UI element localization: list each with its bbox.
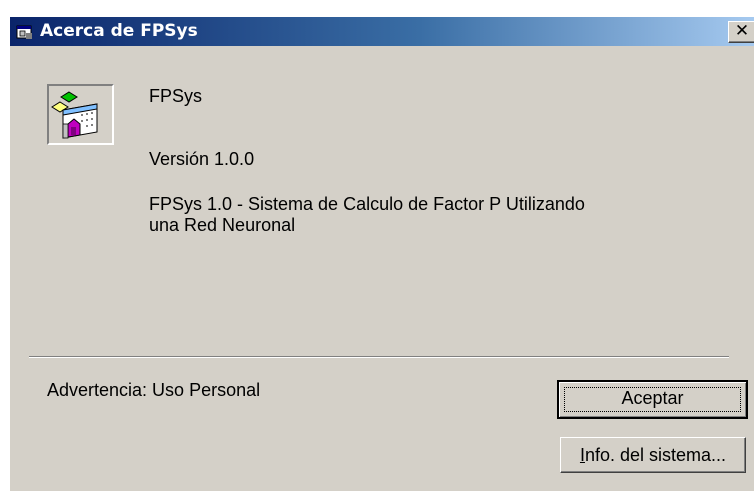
system-info-button[interactable]: Info. del sistema... (560, 437, 746, 473)
about-dialog: Acerca de FPSys ✕ FPSys Versión 1.0.0 FP… (9, 16, 754, 491)
accept-button-label: Aceptar (621, 388, 684, 408)
warning-label: Advertencia: Uso Personal (47, 380, 261, 400)
fpsys-app-icon (47, 84, 114, 145)
app-small-icon[interactable] (16, 24, 34, 40)
close-button[interactable]: ✕ (728, 21, 754, 43)
window-title: Acerca de FPSys (40, 21, 198, 41)
version-label: Versión 1.0.0 (149, 149, 255, 169)
app-name-label: FPSys (149, 86, 203, 106)
description-line-1: FPSys 1.0 - Sistema de Calculo de Factor… (149, 194, 585, 214)
accept-button[interactable]: Aceptar (557, 380, 748, 419)
system-info-button-label: Info. del sistema... (580, 438, 726, 472)
separator (29, 356, 729, 358)
description-line-2: una Red Neuronal (149, 215, 296, 235)
close-icon: ✕ (734, 21, 750, 41)
system-info-label-rest: nfo. del sistema... (584, 445, 727, 465)
title-bar[interactable]: Acerca de FPSys ✕ (10, 17, 754, 46)
